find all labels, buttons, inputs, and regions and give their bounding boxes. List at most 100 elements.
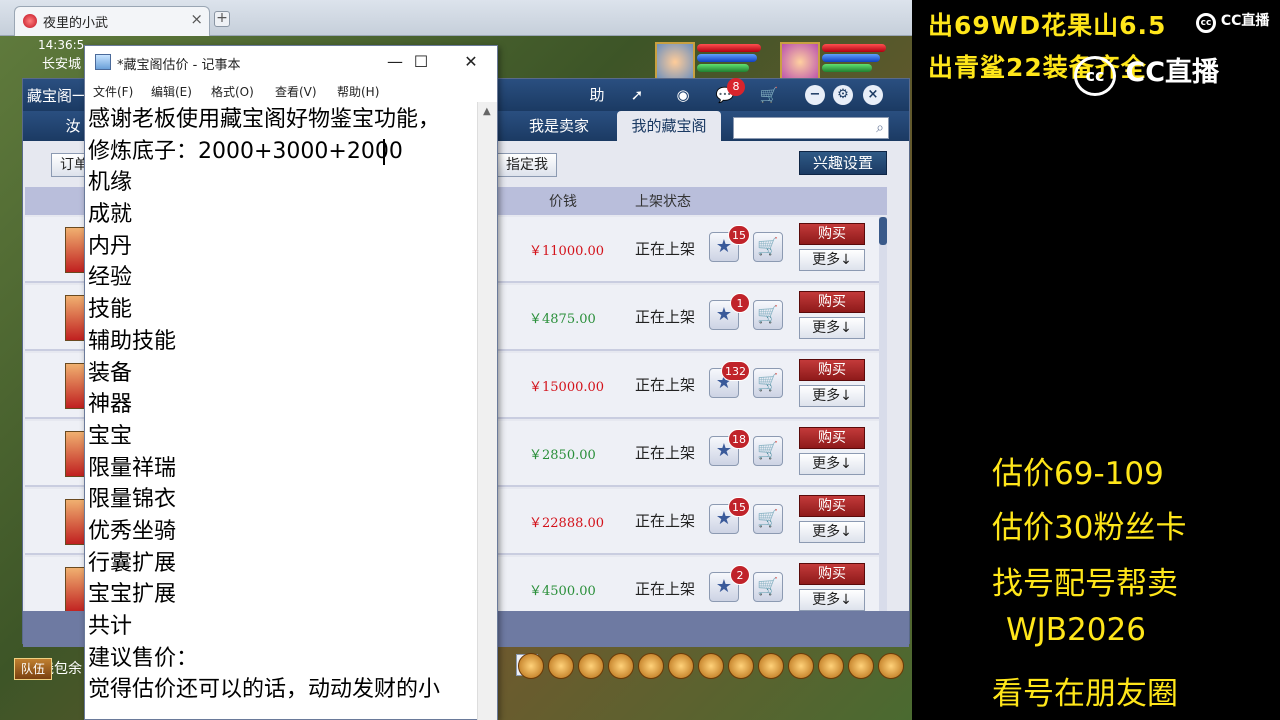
listing-price: ￥4875.00 xyxy=(529,312,596,327)
listing-status: 正在上架 xyxy=(635,580,696,598)
notepad-line: 宝宝扩展 xyxy=(88,582,177,608)
game-favicon-icon xyxy=(23,14,37,28)
favorite-count: 18 xyxy=(728,429,750,449)
minimize-icon[interactable]: − xyxy=(805,85,825,105)
more-button[interactable]: 更多↓ xyxy=(799,453,865,475)
browser-tab[interactable]: 夜里的小武 × xyxy=(14,6,210,36)
treasure-window-title: 藏宝阁一 xyxy=(27,87,88,105)
favorite-star-icon[interactable]: ★ 1 xyxy=(709,293,750,330)
more-button[interactable]: 更多↓ xyxy=(799,589,865,611)
more-button[interactable]: 更多↓ xyxy=(799,317,865,339)
hotbar-slot[interactable] xyxy=(788,653,814,679)
search-icon[interactable]: ⌕ xyxy=(876,120,884,136)
favorite-star-icon[interactable]: ★ 15 xyxy=(709,497,750,534)
overlay-info-2: 估价30粉丝卡 xyxy=(992,510,1187,546)
favorite-star-icon[interactable]: ★ 18 xyxy=(709,429,750,466)
pet-status-bars xyxy=(822,42,892,82)
scroll-thumb[interactable] xyxy=(879,217,887,245)
close-tab-icon[interactable]: × xyxy=(190,10,203,28)
new-tab-button[interactable]: + xyxy=(214,11,230,27)
add-to-cart-icon[interactable]: 🛒 xyxy=(753,232,783,262)
player-portrait[interactable] xyxy=(655,42,695,82)
hotbar-slot[interactable] xyxy=(818,653,844,679)
buy-button[interactable]: 购买 xyxy=(799,359,865,381)
hotbar-slot[interactable] xyxy=(608,653,634,679)
browser-tab-title: 夜里的小武 xyxy=(43,16,109,31)
menu-edit[interactable]: 编辑(E) xyxy=(151,83,192,100)
more-button[interactable]: 更多↓ xyxy=(799,249,865,271)
settings-gear-icon[interactable]: ⚙ xyxy=(833,85,853,105)
player-mp-bar xyxy=(697,54,757,62)
more-button[interactable]: 更多↓ xyxy=(799,385,865,407)
hotbar-slot[interactable] xyxy=(518,653,544,679)
cart-icon[interactable]: 🛒 xyxy=(755,82,783,108)
listing-price: ￥4500.00 xyxy=(529,584,596,599)
notepad-title: *藏宝阁估价 - 记事本 xyxy=(117,58,241,73)
notepad-text-area[interactable]: 感谢老板使用藏宝阁好物鉴宝功能， 修炼底子：2000+3000+2000 机缘 成就内… xyxy=(88,104,472,720)
maximize-icon[interactable]: ☐ xyxy=(401,50,441,74)
player-hp-bar xyxy=(697,44,761,52)
notepad-line: 觉得估价还可以的话，动动发财的小 xyxy=(88,677,441,703)
pet-sp-bar xyxy=(822,64,872,72)
interest-settings-button[interactable]: 兴趣设置 xyxy=(799,151,887,175)
pet-portrait[interactable] xyxy=(780,42,820,82)
notepad-line: 修炼底子：2000+3000+2000 xyxy=(88,138,403,164)
tab-my-pavilion[interactable]: 我的藏宝阁 xyxy=(617,111,721,141)
listing-scrollbar[interactable] xyxy=(879,217,887,617)
scroll-up-icon[interactable]: ▲ xyxy=(483,106,491,117)
menu-view[interactable]: 查看(V) xyxy=(275,83,317,100)
chat-icon[interactable]: 💬 8 xyxy=(711,78,745,108)
hotbar-slot[interactable] xyxy=(638,653,664,679)
assign-me-button[interactable]: 指定我 xyxy=(497,153,557,177)
add-to-cart-icon[interactable]: 🛒 xyxy=(753,300,783,330)
hotbar-slot[interactable] xyxy=(698,653,724,679)
buy-button[interactable]: 购买 xyxy=(799,495,865,517)
buy-button[interactable]: 购买 xyxy=(799,427,865,449)
more-button[interactable]: 更多↓ xyxy=(799,521,865,543)
notepad-scrollbar[interactable]: ▲ xyxy=(477,102,497,720)
help-button[interactable]: 助 xyxy=(583,82,611,108)
game-clock: 14:36:5 xyxy=(38,38,85,52)
hotbar-slot[interactable] xyxy=(878,653,904,679)
record-icon[interactable]: ◉ xyxy=(669,82,697,108)
favorite-count: 132 xyxy=(721,361,750,381)
game-hotbar xyxy=(512,648,912,684)
menu-format[interactable]: 格式(O) xyxy=(211,83,254,100)
tab-seller[interactable]: 我是卖家 xyxy=(507,111,611,141)
hotbar-slot[interactable] xyxy=(758,653,784,679)
hotbar-slot[interactable] xyxy=(848,653,874,679)
menu-file[interactable]: 文件(F) xyxy=(93,83,133,100)
hotbar-slot[interactable] xyxy=(578,653,604,679)
add-to-cart-icon[interactable]: 🛒 xyxy=(753,572,783,602)
add-to-cart-icon[interactable]: 🛒 xyxy=(753,504,783,534)
search-input[interactable]: ⌕ xyxy=(733,117,889,139)
notepad-line: 限量锦衣 xyxy=(88,487,177,513)
hotbar-slot[interactable] xyxy=(548,653,574,679)
close-icon[interactable]: × xyxy=(863,85,883,105)
pet-hp-bar xyxy=(822,44,886,52)
screen: 夜里的小武 × + 14:36:5 长安城 藏宝阁一 助 ➚ ◉ 💬 8 🛒 −… xyxy=(0,0,1280,720)
favorite-count: 1 xyxy=(730,293,750,313)
add-to-cart-icon[interactable]: 🛒 xyxy=(753,368,783,398)
buy-button[interactable]: 购买 xyxy=(799,223,865,245)
team-button[interactable]: 队伍 xyxy=(14,658,52,680)
favorite-star-icon[interactable]: ★ 132 xyxy=(709,361,750,398)
browser-tab-bar: 夜里的小武 × + xyxy=(0,0,912,36)
menu-help[interactable]: 帮助(H) xyxy=(337,83,379,100)
hotbar-slot[interactable] xyxy=(728,653,754,679)
close-icon[interactable]: ✕ xyxy=(451,50,491,74)
add-to-cart-icon[interactable]: 🛒 xyxy=(753,436,783,466)
notepad-window: *藏宝阁估价 - 记事本 — ☐ ✕ 文件(F) 编辑(E) 格式(O) 查看(… xyxy=(84,45,498,720)
column-price: 价钱 xyxy=(549,194,577,210)
game-location: 长安城 xyxy=(42,57,82,72)
hotbar-slot[interactable] xyxy=(668,653,694,679)
notepad-line: 装备 xyxy=(88,360,133,386)
buy-button[interactable]: 购买 xyxy=(799,291,865,313)
notepad-line: 机缘 xyxy=(88,170,133,196)
favorite-star-icon[interactable]: ★ 15 xyxy=(709,225,750,262)
notepad-title-bar: *藏宝阁估价 - 记事本 — ☐ ✕ xyxy=(85,46,497,78)
favorite-star-icon[interactable]: ★ 2 xyxy=(709,565,750,602)
share-icon[interactable]: ➚ xyxy=(623,82,651,108)
notepad-line: 神器 xyxy=(88,392,133,418)
buy-button[interactable]: 购买 xyxy=(799,563,865,585)
